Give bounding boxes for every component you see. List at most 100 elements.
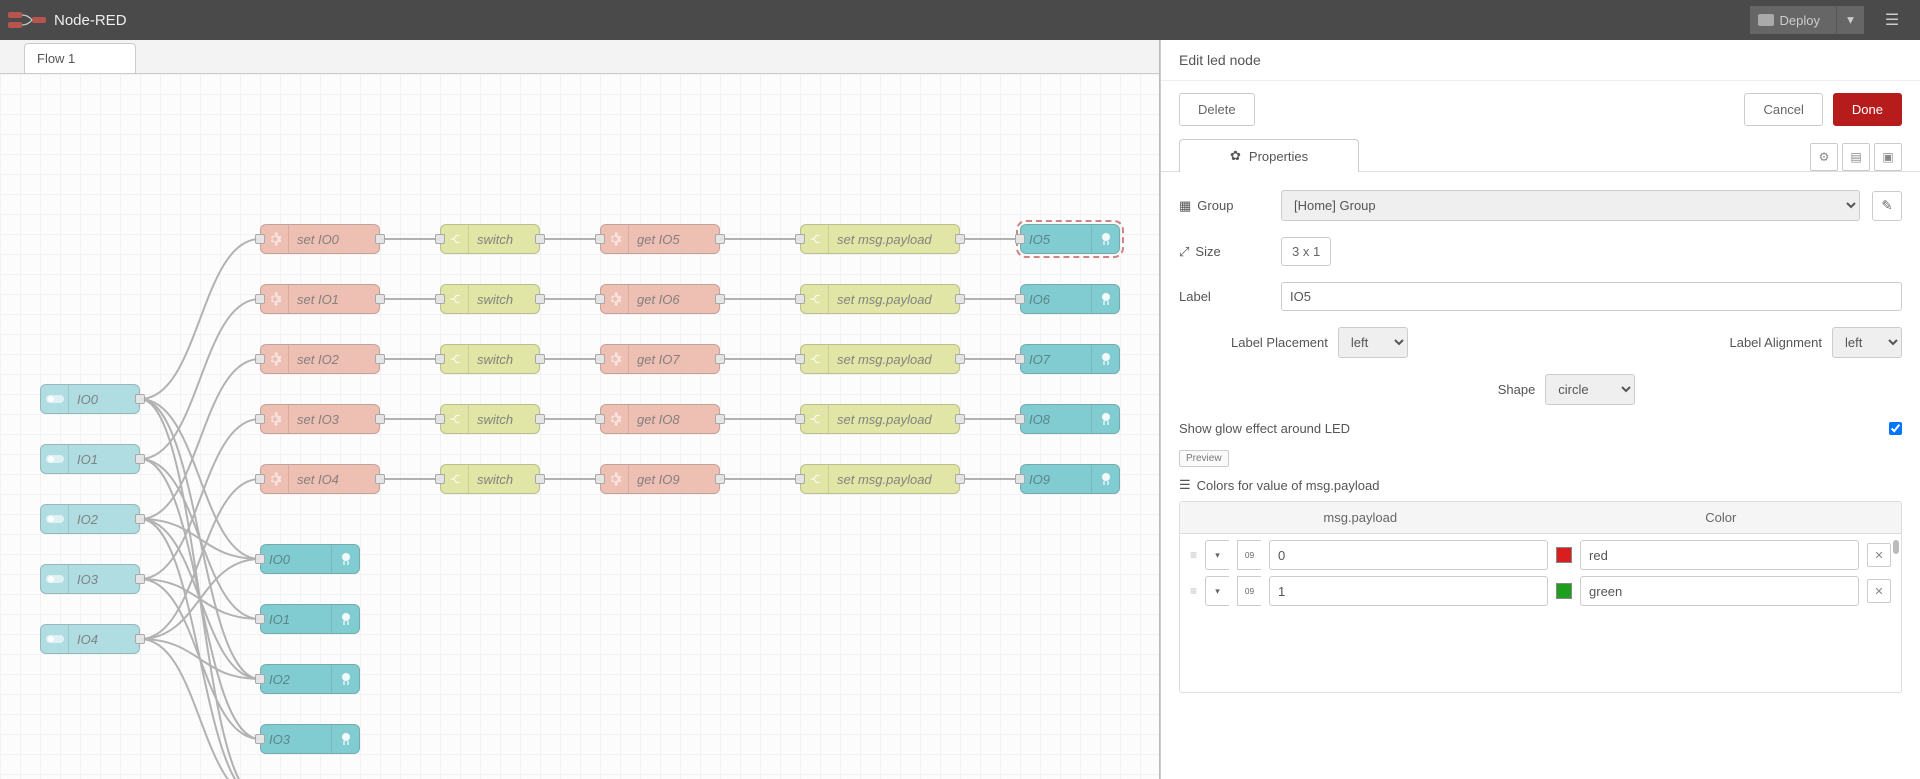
- flow-node[interactable]: IO1: [260, 604, 360, 634]
- flow-node[interactable]: set IO3: [260, 404, 380, 434]
- type-dropdown[interactable]: ▾: [1205, 540, 1229, 570]
- flow-node[interactable]: IO2: [40, 504, 140, 534]
- node-icon: [601, 345, 629, 373]
- flow-node[interactable]: switch: [440, 404, 540, 434]
- tab-label: Properties: [1249, 149, 1308, 164]
- flow-node[interactable]: set msg.payload: [800, 464, 960, 494]
- flow-node[interactable]: switch: [440, 224, 540, 254]
- node-label: switch: [469, 292, 539, 307]
- glow-checkbox[interactable]: [1889, 422, 1902, 435]
- node-icon: [1091, 465, 1119, 493]
- deploy-dropdown[interactable]: ▾: [1836, 6, 1864, 34]
- flow-node[interactable]: set msg.payload: [800, 344, 960, 374]
- shape-select[interactable]: circle: [1545, 374, 1635, 405]
- flow-node[interactable]: switch: [440, 344, 540, 374]
- node-label: set msg.payload: [829, 232, 959, 247]
- drag-handle-icon[interactable]: ≡: [1190, 548, 1197, 562]
- flow-node[interactable]: get IO5: [600, 224, 720, 254]
- flow-node[interactable]: IO5: [1020, 224, 1120, 254]
- app-header: Node-RED Deploy ▾ ☰: [0, 0, 1920, 40]
- flow-node[interactable]: IO2: [260, 664, 360, 694]
- flow-node[interactable]: set IO1: [260, 284, 380, 314]
- color-name-input[interactable]: [1580, 540, 1859, 570]
- node-icon: [441, 465, 469, 493]
- label-alignment-select[interactable]: left: [1832, 327, 1902, 358]
- node-label: switch: [469, 232, 539, 247]
- remove-row-button[interactable]: ✕: [1867, 579, 1891, 603]
- flow-node[interactable]: IO8: [1020, 404, 1120, 434]
- preview-button[interactable]: Preview: [1179, 450, 1229, 467]
- color-row: ≡ ▾ 09 ✕: [1190, 540, 1891, 570]
- label-placement-select[interactable]: left: [1338, 327, 1408, 358]
- flow-node[interactable]: IO7: [1020, 344, 1120, 374]
- remove-row-button[interactable]: ✕: [1867, 543, 1891, 567]
- colors-table: msg.payload Color ≡▾09✕≡▾09✕: [1179, 501, 1902, 693]
- flow-node[interactable]: IO3: [40, 564, 140, 594]
- node-label: set IO1: [289, 292, 379, 307]
- flow-node[interactable]: IO6: [1020, 284, 1120, 314]
- node-label: get IO8: [629, 412, 719, 427]
- node-icon: [801, 285, 829, 313]
- flow-node[interactable]: switch: [440, 464, 540, 494]
- flow-node[interactable]: IO3: [260, 724, 360, 754]
- deploy-button[interactable]: Deploy: [1750, 6, 1836, 34]
- color-row: ≡▾09✕: [1190, 576, 1891, 606]
- flow-node[interactable]: set IO2: [260, 344, 380, 374]
- node-label: set msg.payload: [829, 412, 959, 427]
- menu-button[interactable]: ☰: [1872, 0, 1912, 40]
- colors-head-value: msg.payload: [1180, 502, 1541, 533]
- size-button[interactable]: 3 x 1: [1281, 237, 1331, 266]
- node-icon: [801, 345, 829, 373]
- flow-node[interactable]: switch: [440, 284, 540, 314]
- drag-handle-icon[interactable]: ≡: [1190, 584, 1197, 598]
- flow-node[interactable]: IO9: [1020, 464, 1120, 494]
- flow-node[interactable]: set msg.payload: [800, 224, 960, 254]
- number-type-icon: 09: [1237, 540, 1261, 570]
- node-icon: [441, 405, 469, 433]
- flow-node[interactable]: get IO6: [600, 284, 720, 314]
- node-label: IO7: [1021, 352, 1091, 367]
- edit-panel-title: Edit led node: [1161, 40, 1920, 81]
- color-name-input[interactable]: [1580, 576, 1859, 606]
- node-appearance-icon[interactable]: ▣: [1874, 143, 1902, 171]
- color-swatch[interactable]: [1556, 583, 1572, 599]
- flow-node[interactable]: set msg.payload: [800, 284, 960, 314]
- node-label: set IO3: [289, 412, 379, 427]
- color-swatch[interactable]: [1556, 547, 1572, 563]
- node-description-icon[interactable]: ▤: [1842, 143, 1870, 171]
- flow-node[interactable]: get IO9: [600, 464, 720, 494]
- flow-node[interactable]: get IO7: [600, 344, 720, 374]
- node-icon: [441, 285, 469, 313]
- scrollbar-indicator: [1893, 540, 1899, 554]
- cancel-button[interactable]: Cancel: [1744, 93, 1822, 126]
- node-label: set msg.payload: [829, 472, 959, 487]
- flow-node[interactable]: IO1: [40, 444, 140, 474]
- flow-node[interactable]: IO4: [40, 624, 140, 654]
- flow-node[interactable]: IO0: [260, 544, 360, 574]
- tab-properties[interactable]: ✿ Properties: [1179, 139, 1359, 172]
- payload-value-input[interactable]: [1269, 576, 1548, 606]
- node-icon: [41, 625, 69, 653]
- flow-node[interactable]: set IO0: [260, 224, 380, 254]
- delete-button[interactable]: Delete: [1179, 93, 1255, 126]
- payload-value-input[interactable]: [1269, 540, 1548, 570]
- flow-node[interactable]: get IO8: [600, 404, 720, 434]
- flow-node[interactable]: IO0: [40, 384, 140, 414]
- deploy-label: Deploy: [1780, 13, 1820, 28]
- flow-canvas[interactable]: IO0 IO1 IO2 IO3 IO4 set IO0 set IO1 set IO2 set …: [0, 74, 1159, 779]
- node-label: IO4: [69, 632, 139, 647]
- group-select[interactable]: [Home] Group: [1281, 190, 1860, 221]
- node-label: get IO6: [629, 292, 719, 307]
- done-button[interactable]: Done: [1833, 93, 1902, 126]
- node-icon: [601, 225, 629, 253]
- flow-node[interactable]: set msg.payload: [800, 404, 960, 434]
- app-logo: Node-RED: [8, 10, 127, 30]
- flow-node[interactable]: set IO4: [260, 464, 380, 494]
- edit-group-button[interactable]: ✎: [1872, 191, 1902, 221]
- node-settings-icon[interactable]: ⚙: [1810, 143, 1838, 171]
- colors-section-label: ☰ Colors for value of msg.payload: [1179, 477, 1902, 493]
- type-dropdown[interactable]: ▾: [1205, 576, 1229, 606]
- flow-tab[interactable]: Flow 1: [24, 43, 136, 73]
- label-input[interactable]: [1281, 282, 1902, 311]
- flow-tabs: Flow 1: [0, 40, 1159, 74]
